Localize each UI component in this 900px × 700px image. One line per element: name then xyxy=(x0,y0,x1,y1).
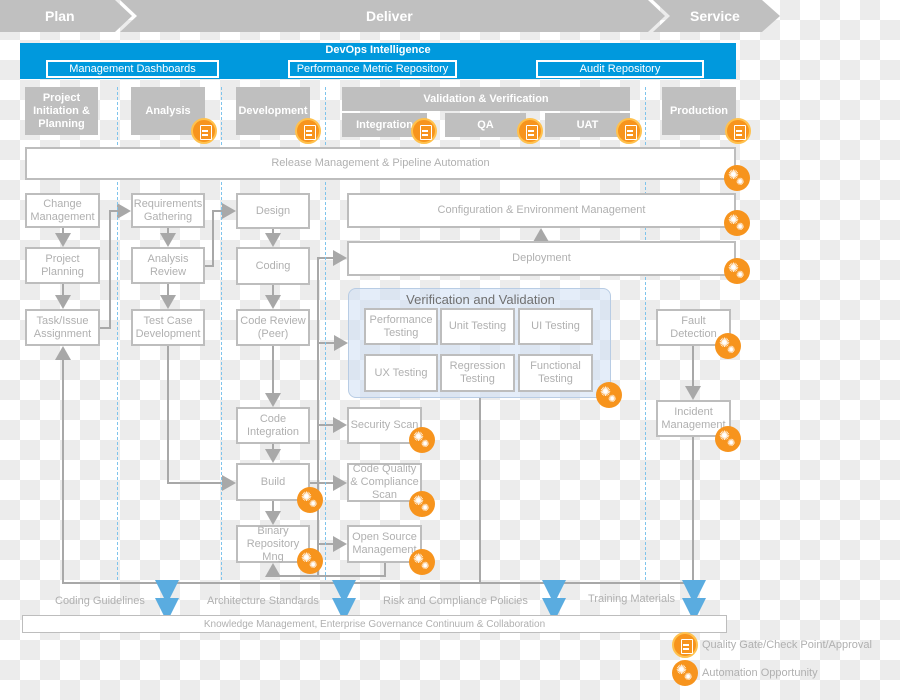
coding-guidelines: Coding Guidelines xyxy=(55,595,145,607)
legend-quality-gate-icon xyxy=(672,632,698,658)
performance-testing: Performance Testing xyxy=(364,308,438,345)
ui-testing: UI Testing xyxy=(518,308,593,345)
stage-qa: QA xyxy=(445,113,526,137)
architecture-standards: Architecture Standards xyxy=(207,595,319,607)
code-review: Code Review (Peer) xyxy=(236,309,310,346)
analysis-review: Analysis Review xyxy=(131,247,205,284)
legend-automation-gear-icon: ✺ ✺ xyxy=(672,660,698,686)
performance-metric-repository[interactable]: Performance Metric Repository xyxy=(288,60,457,78)
quality-gate-icon xyxy=(295,118,321,144)
automation-gear-icon: ✺ ✺ xyxy=(297,548,323,574)
stage-validation: Validation & Verification xyxy=(342,87,630,111)
quality-gate-icon xyxy=(616,118,642,144)
automation-gear-icon: ✺ ✺ xyxy=(715,333,741,359)
automation-gear-icon: ✺ ✺ xyxy=(409,427,435,453)
quality-gate-icon xyxy=(191,118,217,144)
automation-gear-icon: ✺ ✺ xyxy=(596,382,622,408)
requirements-gathering: Requirements Gathering xyxy=(131,193,205,228)
quality-gate-icon xyxy=(725,118,751,144)
task-issue-assignment: Task/Issue Assignment xyxy=(25,309,100,346)
phase-service: Service xyxy=(690,8,740,24)
legend-quality-gate: Quality Gate/Check Point/Approval xyxy=(702,639,872,651)
coding: Coding xyxy=(236,247,310,285)
automation-gear-icon: ✺ ✺ xyxy=(297,487,323,513)
project-planning: Project Planning xyxy=(25,247,100,284)
code-integration: Code Integration xyxy=(236,407,310,444)
automation-gear-icon: ✺ ✺ xyxy=(409,491,435,517)
training-materials: Training Materials xyxy=(588,593,676,605)
audit-repository[interactable]: Audit Repository xyxy=(536,60,704,78)
configuration-environment-management: Configuration & Environment Management xyxy=(347,193,736,228)
vv-title: Verification and Validation xyxy=(406,292,555,307)
unit-testing: Unit Testing xyxy=(440,308,515,345)
release-management: Release Management & Pipeline Automation xyxy=(25,147,736,180)
automation-gear-icon: ✺ ✺ xyxy=(409,549,435,575)
regression-testing: Regression Testing xyxy=(440,354,515,392)
ux-testing: UX Testing xyxy=(364,354,438,392)
deployment: Deployment xyxy=(347,241,736,276)
legend-automation: Automation Opportunity xyxy=(702,667,818,679)
design: Design xyxy=(236,193,310,229)
test-case-development: Test Case Development xyxy=(131,309,205,346)
risk-compliance-policies: Risk and Compliance Policies xyxy=(383,595,528,607)
automation-gear-icon: ✺ ✺ xyxy=(715,426,741,452)
knowledge-management: Knowledge Management, Enterprise Governa… xyxy=(22,615,727,633)
automation-gear-icon: ✺ ✺ xyxy=(724,165,750,191)
phase-plan: Plan xyxy=(45,8,75,24)
functional-testing: Functional Testing xyxy=(518,354,593,392)
quality-gate-icon xyxy=(517,118,543,144)
automation-gear-icon: ✺ ✺ xyxy=(724,210,750,236)
change-management: Change Management xyxy=(25,193,100,228)
management-dashboards[interactable]: Management Dashboards xyxy=(46,60,219,78)
stage-project-initiation: Project Initiation & Planning xyxy=(25,87,98,135)
devops-intelligence-title: DevOps Intelligence xyxy=(325,44,431,56)
automation-gear-icon: ✺ ✺ xyxy=(724,258,750,284)
phase-deliver: Deliver xyxy=(366,8,413,24)
quality-gate-icon xyxy=(411,118,437,144)
devops-intelligence-bar: DevOps Intelligence Management Dashboard… xyxy=(20,43,736,79)
